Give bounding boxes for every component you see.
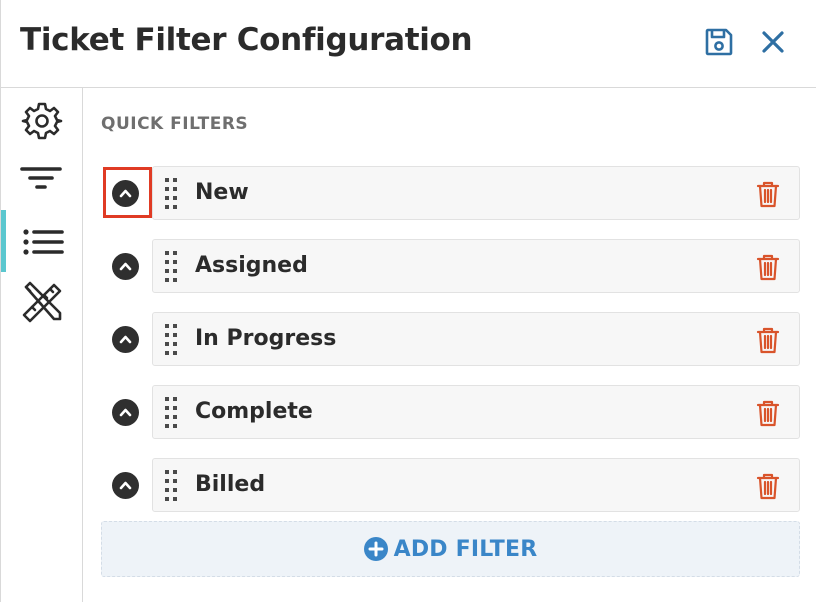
dialog-title: Ticket Filter Configuration <box>20 22 473 58</box>
dialog-header: Ticket Filter Configuration <box>0 0 816 88</box>
add-filter-button[interactable]: ADD FILTER <box>101 521 800 577</box>
rail-item-settings[interactable] <box>1 90 83 146</box>
chevron-up-icon <box>119 189 132 198</box>
list-icon <box>23 229 64 255</box>
chevron-up-icon <box>119 262 132 271</box>
rail-item-tools[interactable] <box>1 270 83 326</box>
section-label: QUICK FILTERS <box>101 114 249 134</box>
side-rail <box>0 88 83 602</box>
gear-icon <box>21 102 63 140</box>
close-button[interactable] <box>757 26 789 58</box>
rail-item-quick-filters[interactable] <box>1 210 83 272</box>
filter-row: Complete <box>84 385 816 439</box>
save-button[interactable] <box>703 26 735 58</box>
collapse-button[interactable] <box>112 180 139 207</box>
chevron-up-icon <box>119 481 132 490</box>
filter-label: In Progress <box>195 326 337 351</box>
add-filter-content: ADD FILTER <box>102 522 799 576</box>
drag-handle-icon[interactable] <box>163 177 179 211</box>
trash-icon[interactable] <box>756 399 780 427</box>
main-panel: QUICK FILTERS New Assigned In Progress C… <box>84 88 816 602</box>
collapse-button[interactable] <box>112 472 139 499</box>
collapse-button[interactable] <box>112 326 139 353</box>
collapse-button[interactable] <box>112 253 139 280</box>
chevron-up-icon <box>119 408 132 417</box>
plus-circle-icon <box>363 537 388 561</box>
trash-icon[interactable] <box>756 472 780 500</box>
filter-row: New <box>84 166 816 220</box>
filter-card[interactable]: In Progress <box>152 312 800 366</box>
filter-label: New <box>195 180 249 205</box>
filter-icon <box>20 167 62 189</box>
filter-label: Billed <box>195 472 266 497</box>
drag-handle-icon[interactable] <box>163 469 179 503</box>
save-icon <box>705 28 733 56</box>
drag-handle-icon[interactable] <box>163 323 179 357</box>
trash-icon[interactable] <box>756 326 780 354</box>
filter-row: In Progress <box>84 312 816 366</box>
filter-card[interactable]: Assigned <box>152 239 800 293</box>
trash-icon[interactable] <box>756 253 780 281</box>
close-icon <box>762 31 784 53</box>
filter-card[interactable]: Billed <box>152 458 800 512</box>
add-filter-label: ADD FILTER <box>393 536 538 562</box>
collapse-button[interactable] <box>112 399 139 426</box>
drag-handle-icon[interactable] <box>163 396 179 430</box>
filter-card[interactable]: New <box>152 166 800 220</box>
filter-row: Billed <box>84 458 816 512</box>
chevron-up-icon <box>119 335 132 344</box>
filter-label: Assigned <box>195 253 308 278</box>
tools-icon <box>22 281 62 323</box>
drag-handle-icon[interactable] <box>163 250 179 284</box>
rail-item-filters[interactable] <box>1 150 83 206</box>
filter-row: Assigned <box>84 239 816 293</box>
filter-label: Complete <box>195 399 313 424</box>
trash-icon[interactable] <box>756 180 780 208</box>
filter-card[interactable]: Complete <box>152 385 800 439</box>
